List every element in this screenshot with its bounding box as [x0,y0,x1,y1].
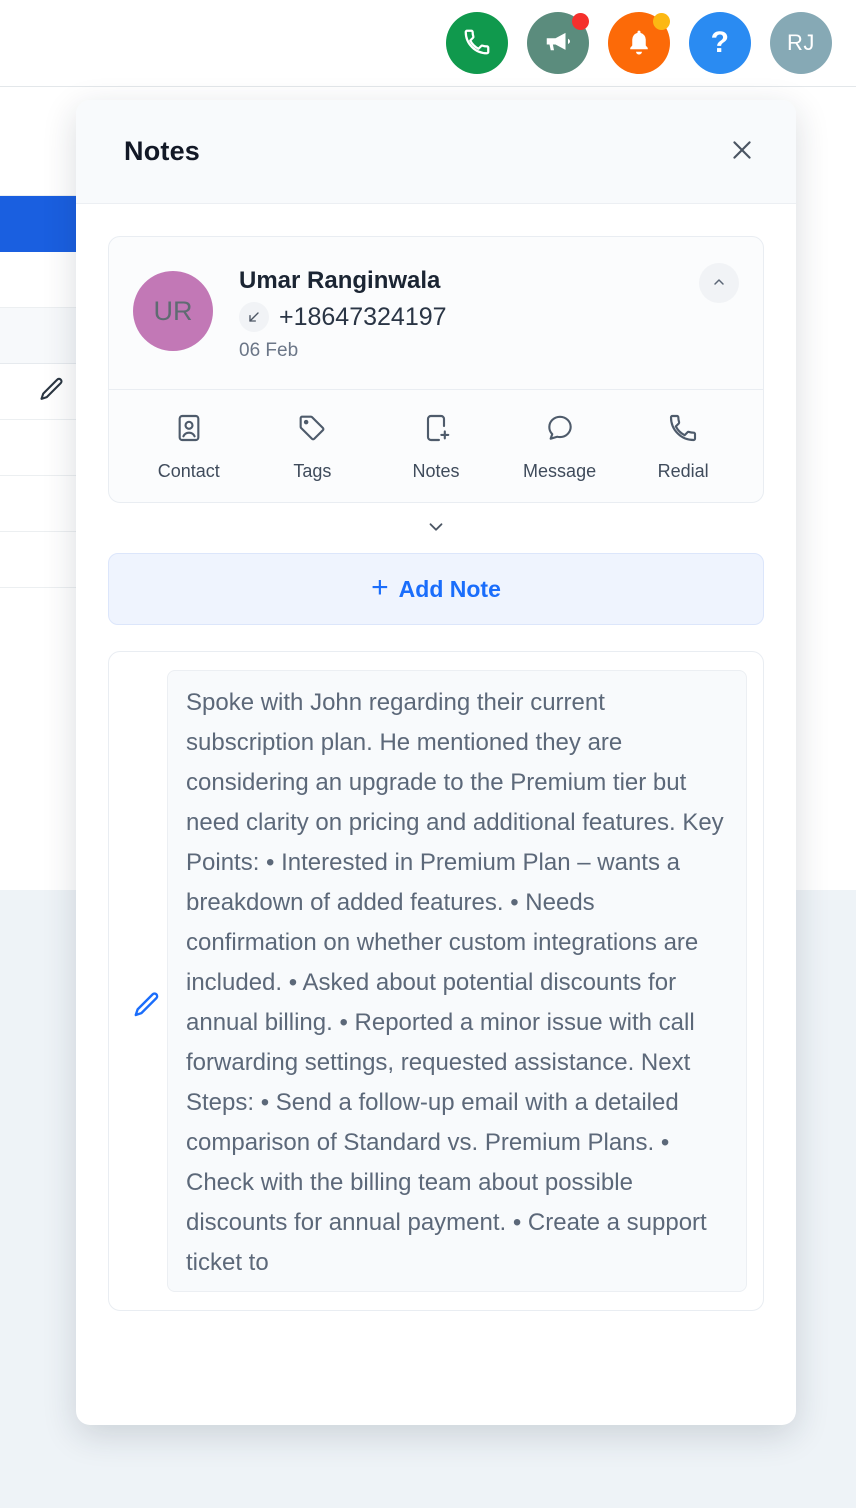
action-notes[interactable]: Notes [374,412,498,482]
user-avatar[interactable]: RJ [770,12,832,74]
contact-action-bar: Contact Tags Notes Message Redial [109,389,763,502]
add-note-button[interactable]: + Add Note [108,553,764,625]
bell-icon [624,27,654,60]
topbar-action-group: ? RJ [446,12,832,74]
question-icon: ? [710,26,730,59]
page-title: Notes [124,136,201,166]
avatar: UR [133,271,213,351]
tag-icon [296,412,328,447]
incoming-call-arrow-icon [239,302,269,333]
chevron-down-icon [425,516,447,541]
add-note-label: Add Note [398,575,501,602]
expand-more-button[interactable] [416,515,456,541]
action-label: Contact [157,461,220,481]
action-tags[interactable]: Tags [251,412,375,482]
help-button[interactable]: ? [689,12,751,74]
action-label: Redial [657,461,709,481]
note-add-icon [420,412,452,447]
expand-chevron-row [108,503,764,551]
action-label: Message [523,461,597,481]
call-date: 06 Feb [239,340,299,362]
contact-summary: UR Umar Ranginwala +18647324197 06 Feb [109,237,763,389]
chat-bubble-icon [544,412,576,447]
action-contact[interactable]: Contact [127,412,251,482]
close-icon [729,137,755,166]
notes-modal: Notes UR Umar Ranginwala +18647324197 06… [76,100,796,1425]
edit-pencil-icon[interactable] [38,375,66,408]
announcements-button[interactable] [527,12,589,74]
action-redial[interactable]: Redial [621,412,745,482]
avatar-initials: UR [153,295,193,326]
edit-note-icon[interactable] [127,990,167,1020]
action-label: Tags [293,461,332,481]
note-card: Spoke with John regarding their current … [108,651,764,1311]
contact-name: Umar Ranginwala [239,267,441,294]
top-app-bar: ? RJ [0,0,856,87]
contact-card-icon [173,412,205,447]
modal-body: UR Umar Ranginwala +18647324197 06 Feb C… [76,204,796,1425]
plus-icon: + [371,571,389,604]
collapse-contact-button[interactable] [699,263,739,303]
contact-phone-number[interactable]: +18647324197 [279,303,447,332]
note-text: Spoke with John regarding their current … [186,689,724,1276]
contact-phone-row: +18647324197 [239,302,739,333]
phone-icon [667,412,699,447]
action-message[interactable]: Message [498,412,622,482]
megaphone-icon [543,27,573,60]
phone-icon [462,27,492,60]
announcements-badge-dot [572,13,589,30]
dialer-button[interactable] [446,12,508,74]
avatar-initials: RJ [787,30,815,55]
notifications-badge-dot [653,13,670,30]
note-text-box[interactable]: Spoke with John regarding their current … [167,670,747,1292]
modal-header: Notes [76,100,796,204]
chevron-up-icon [711,274,727,293]
contact-card: UR Umar Ranginwala +18647324197 06 Feb C… [108,236,764,503]
notifications-button[interactable] [608,12,670,74]
action-label: Notes [412,461,460,481]
close-button[interactable] [724,134,760,170]
contact-meta: Umar Ranginwala +18647324197 06 Feb [239,263,739,362]
